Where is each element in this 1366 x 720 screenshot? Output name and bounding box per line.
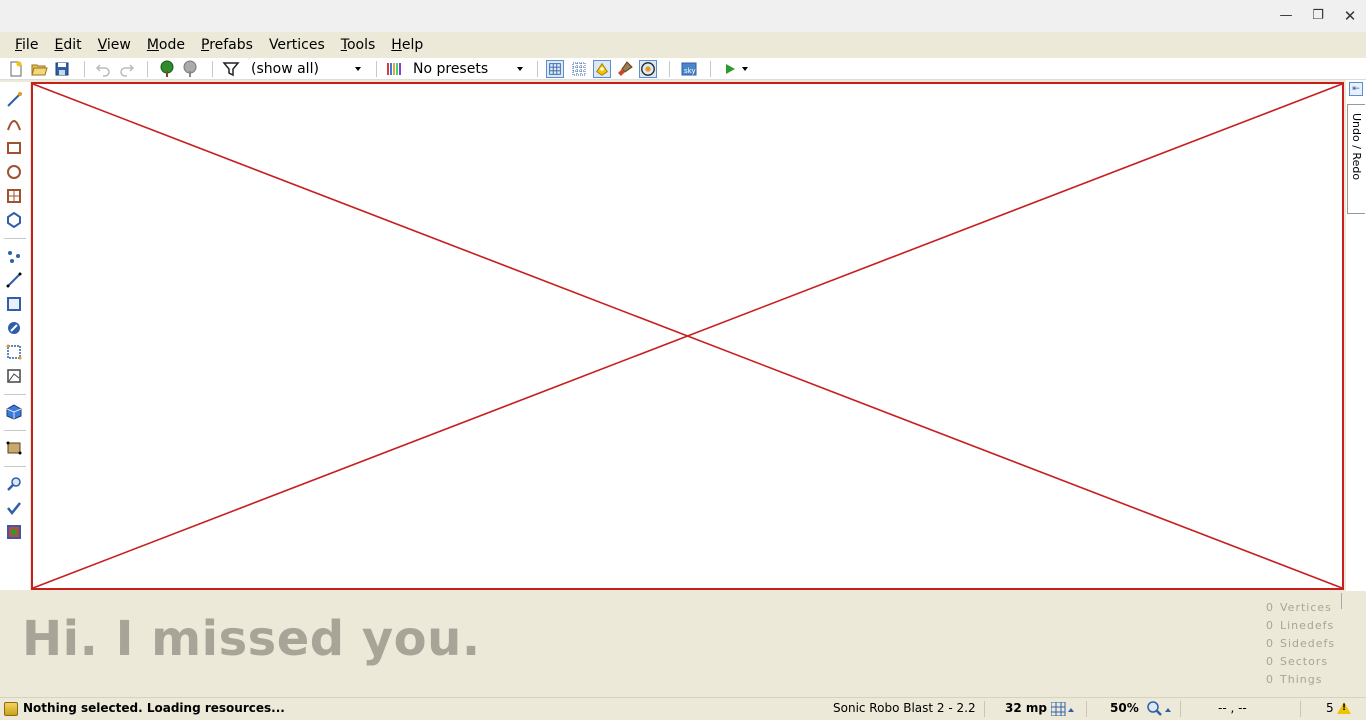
menu-help[interactable]: Help — [383, 32, 431, 58]
save-map-icon[interactable] — [53, 60, 71, 78]
right-dock-panel: ⇤ Undo / Redo — [1346, 80, 1366, 592]
map-canvas[interactable] — [31, 82, 1344, 590]
menu-bar: File Edit View Mode Prefabs Vertices Too… — [0, 32, 1366, 58]
target-icon[interactable] — [639, 60, 657, 78]
toolbar-separator — [537, 61, 538, 77]
toolbar-separator — [4, 238, 26, 239]
new-map-icon[interactable] — [7, 60, 25, 78]
chevron-down-icon[interactable] — [742, 67, 748, 71]
dotted-grid-icon[interactable] — [570, 60, 588, 78]
visual-select-icon[interactable] — [6, 344, 22, 360]
mode-toolbar — [0, 82, 30, 590]
toolbar-separator — [710, 61, 711, 77]
make-sectors-icon[interactable] — [6, 368, 22, 384]
toolbar-separator — [84, 61, 85, 77]
stat-sectors: 0 Sectors — [1266, 655, 1329, 668]
filter-icon[interactable] — [222, 60, 240, 78]
grid-size-label: 32 mp — [1005, 701, 1047, 715]
draw-lines-icon[interactable] — [6, 92, 22, 108]
3d-floor-icon[interactable] — [6, 440, 22, 456]
color-palette-icon[interactable] — [6, 524, 22, 540]
stat-things: 0 Things — [1266, 673, 1323, 686]
toolbar-separator — [4, 394, 26, 395]
find-replace-icon[interactable] — [6, 476, 22, 492]
menu-file[interactable]: File — [0, 32, 46, 58]
open-map-icon[interactable] — [30, 60, 48, 78]
sectors-mode-icon[interactable] — [6, 296, 22, 312]
menu-tools[interactable]: Tools — [333, 32, 384, 58]
undo-redo-tab-label: Undo / Redo — [1350, 113, 1363, 181]
view-presets-select[interactable]: No presets — [413, 59, 525, 79]
map-analysis-icon[interactable] — [6, 500, 22, 516]
svg-text:sky: sky — [684, 67, 696, 75]
undo-icon[interactable] — [94, 60, 112, 78]
zoom-level-label: 50% — [1110, 701, 1139, 715]
texture-view-icon[interactable] — [593, 60, 611, 78]
cursor-coordinates: -- , -- — [1218, 701, 1247, 715]
stat-sidedefs: 0 Sidedefs — [1266, 637, 1336, 650]
info-panel: Hi. I missed you. 0 Vertices 0 Linedefs 0S… — [0, 591, 1366, 697]
menu-vertices[interactable]: Vertices — [261, 32, 333, 58]
play-test-icon[interactable] — [721, 60, 739, 78]
chevron-down-icon — [355, 67, 361, 71]
main-toolbar: (show all) No presets sky — [0, 58, 1366, 80]
toolbar-separator — [4, 430, 26, 431]
thing-tree-gray-icon[interactable] — [181, 60, 199, 78]
toolbar-separator — [147, 61, 148, 77]
toolbar-separator — [376, 61, 377, 77]
toolbar-separator — [212, 61, 213, 77]
greeting-text: Hi. I missed you. — [22, 611, 481, 667]
title-bar: — ❐ ✕ — [0, 0, 1366, 32]
undo-redo-tab[interactable]: Undo / Redo — [1347, 104, 1365, 214]
draw-grid-icon[interactable] — [6, 188, 22, 204]
draw-ellipse-icon[interactable] — [6, 164, 22, 180]
draw-rectangle-icon[interactable] — [6, 140, 22, 156]
toolbar-separator — [4, 466, 26, 467]
draw-polygon-icon[interactable] — [6, 212, 22, 228]
redo-icon[interactable] — [118, 60, 136, 78]
menu-edit[interactable]: Edit — [46, 32, 89, 58]
linedefs-mode-icon[interactable] — [6, 272, 22, 288]
panel-splitter-handle[interactable] — [1341, 593, 1345, 609]
toolbar-separator — [669, 61, 670, 77]
things-filter-select[interactable]: (show all) — [251, 59, 363, 79]
status-bar: Nothing selected. Loading resources... S… — [0, 697, 1366, 720]
thing-tree-icon[interactable] — [158, 60, 176, 78]
menu-prefabs[interactable]: Prefabs — [193, 32, 261, 58]
status-message: Nothing selected. Loading resources... — [23, 701, 285, 715]
menu-mode[interactable]: Mode — [139, 32, 193, 58]
visual-mode-icon[interactable] — [6, 404, 22, 420]
warning-icon[interactable] — [1337, 702, 1351, 714]
menu-view[interactable]: View — [90, 32, 139, 58]
brightness-presets-icon[interactable] — [385, 60, 403, 78]
zoom-magnifier-icon[interactable] — [1146, 701, 1172, 717]
dock-collapse-button[interactable]: ⇤ — [1349, 82, 1363, 96]
close-button[interactable]: ✕ — [1340, 6, 1360, 26]
status-separator — [984, 701, 985, 717]
status-separator — [1300, 701, 1301, 717]
minimize-button[interactable]: — — [1276, 6, 1296, 26]
maximize-button[interactable]: ❐ — [1308, 6, 1328, 26]
draw-curve-icon[interactable] — [6, 116, 22, 132]
chevron-down-icon — [517, 67, 523, 71]
grid-size-button-icon[interactable] — [1051, 702, 1075, 716]
no-map-placeholder — [33, 84, 1342, 588]
game-configuration[interactable]: Sonic Robo Blast 2 - 2.2 — [833, 701, 976, 715]
paint-brush-icon[interactable] — [616, 60, 634, 78]
grid-toggle-icon[interactable] — [546, 60, 564, 78]
status-separator — [1180, 701, 1181, 717]
vertices-mode-icon[interactable] — [6, 248, 22, 264]
warnings-count[interactable]: 5 — [1326, 701, 1334, 715]
sky-icon[interactable]: sky — [680, 60, 698, 78]
status-icon — [4, 702, 18, 716]
status-separator — [1086, 701, 1087, 717]
stat-linedefs: 0 Linedefs — [1266, 619, 1335, 632]
things-mode-icon[interactable] — [6, 320, 22, 336]
